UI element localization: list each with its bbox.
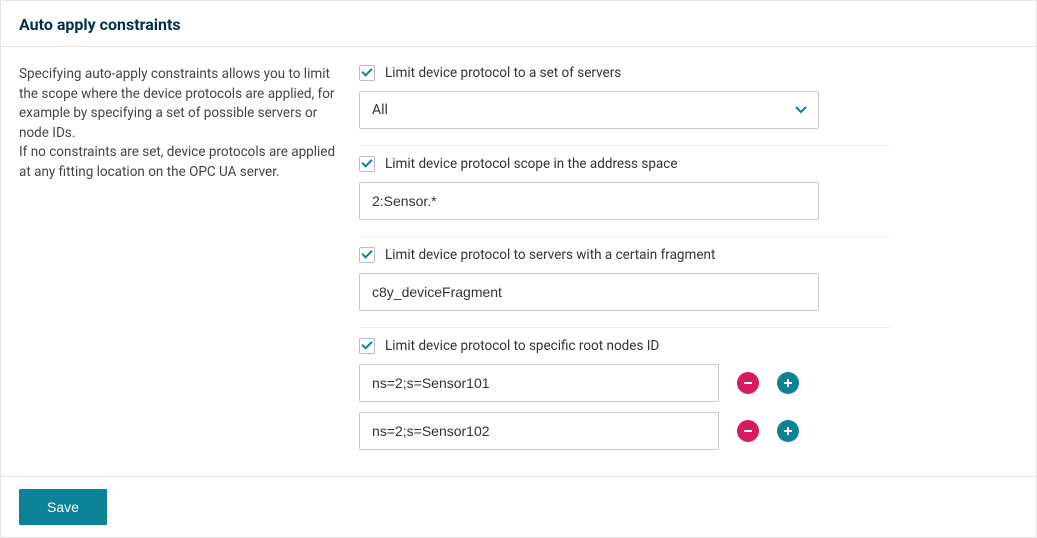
- plus-icon: [783, 378, 793, 388]
- description-para-2: If no constraints are set, device protoc…: [19, 143, 343, 182]
- root-node-input[interactable]: [359, 412, 719, 450]
- panel-header: Auto apply constraints: [1, 1, 1036, 47]
- limit-fragment-label: Limit device protocol to servers with a …: [385, 247, 715, 263]
- limit-scope-label: Limit device protocol scope in the addre…: [385, 156, 677, 172]
- minus-icon: [743, 426, 753, 436]
- limit-scope-check-row: Limit device protocol scope in the addre…: [359, 156, 890, 172]
- limit-fragment-section: Limit device protocol to servers with a …: [359, 237, 890, 328]
- limit-servers-checkbox[interactable]: [359, 65, 375, 81]
- minus-icon: [743, 378, 753, 388]
- root-node-row: [359, 364, 890, 402]
- add-node-button[interactable]: [777, 420, 799, 442]
- limit-fragment-checkbox[interactable]: [359, 247, 375, 263]
- limit-servers-label: Limit device protocol to a set of server…: [385, 65, 621, 81]
- panel-body: Specifying auto-apply constraints allows…: [1, 47, 1036, 476]
- scope-input[interactable]: [359, 182, 819, 220]
- description-para-1: Specifying auto-apply constraints allows…: [19, 65, 343, 143]
- limit-scope-checkbox[interactable]: [359, 156, 375, 172]
- limit-servers-check-row: Limit device protocol to a set of server…: [359, 65, 890, 81]
- servers-select-wrap: All: [359, 91, 819, 129]
- description-column: Specifying auto-apply constraints allows…: [19, 65, 359, 476]
- limit-servers-section: Limit device protocol to a set of server…: [359, 65, 890, 146]
- limit-root-nodes-checkbox[interactable]: [359, 338, 375, 354]
- limit-root-nodes-check-row: Limit device protocol to specific root n…: [359, 338, 890, 354]
- limit-fragment-check-row: Limit device protocol to servers with a …: [359, 247, 890, 263]
- auto-apply-constraints-panel: Auto apply constraints Specifying auto-a…: [0, 0, 1037, 538]
- form-column: Limit device protocol to a set of server…: [359, 65, 1018, 476]
- remove-node-button[interactable]: [737, 420, 759, 442]
- remove-node-button[interactable]: [737, 372, 759, 394]
- add-node-button[interactable]: [777, 372, 799, 394]
- limit-root-nodes-label: Limit device protocol to specific root n…: [385, 338, 659, 354]
- fragment-input[interactable]: [359, 273, 819, 311]
- panel-footer: Save: [1, 476, 1036, 537]
- limit-root-nodes-section: Limit device protocol to specific root n…: [359, 328, 890, 476]
- root-node-input[interactable]: [359, 364, 719, 402]
- plus-icon: [783, 426, 793, 436]
- servers-select[interactable]: All: [359, 91, 819, 129]
- root-node-row: [359, 412, 890, 450]
- limit-scope-section: Limit device protocol scope in the addre…: [359, 146, 890, 237]
- panel-title: Auto apply constraints: [19, 15, 1018, 34]
- save-button[interactable]: Save: [19, 489, 107, 525]
